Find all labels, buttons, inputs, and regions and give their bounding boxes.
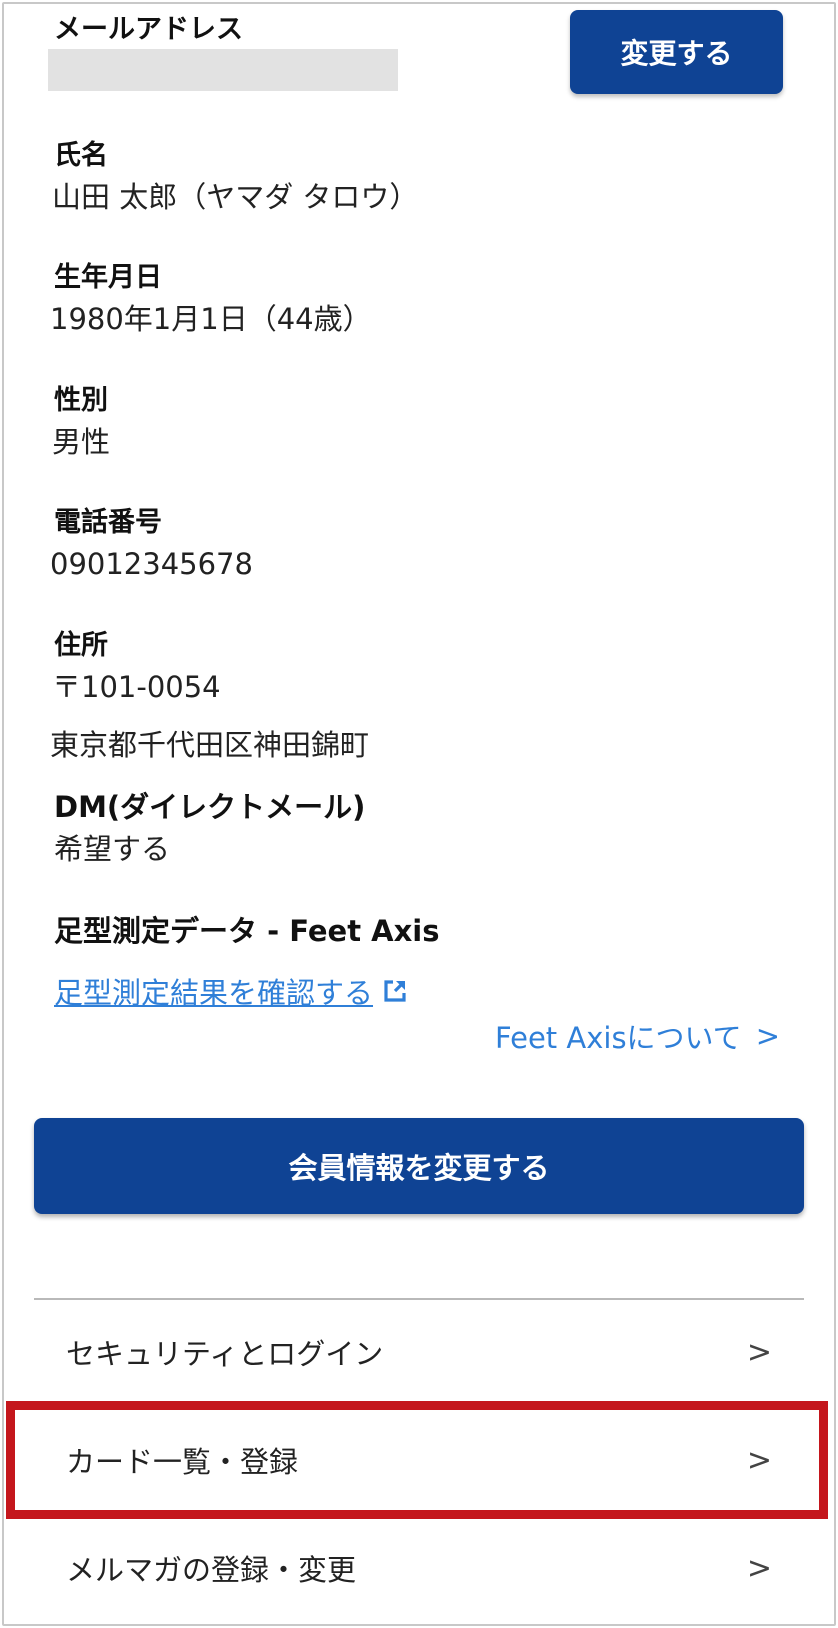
foot-measurement-result-link-text: 足型測定結果を確認する [54,976,374,1010]
gender-label: 性別 [54,385,108,416]
highlight-box [6,1401,828,1519]
phone-label: 電話番号 [54,507,162,538]
address-label: 住所 [54,630,108,661]
chevron-right-icon: > [755,1019,780,1053]
name-value: 山田 太郎（ヤマダ タロウ） [52,180,419,214]
dm-label: DM(ダイレクトメール) [54,790,366,824]
birthdate-value: 1980年1月1日（44歳） [50,302,372,336]
address-postal: 〒101-0054 [52,670,221,704]
chevron-right-icon: > [746,1550,772,1586]
address-line: 東京都千代田区神田錦町 [50,728,370,762]
menu-item-security-login[interactable]: セキュリティとログイン > [34,1300,804,1404]
external-link-icon [381,977,409,1005]
name-label: 氏名 [54,140,108,171]
feet-axis-about-text: Feet Axisについて [495,1021,742,1055]
feet-label: 足型測定データ - Feet Axis [54,914,440,948]
dm-value: 希望する [54,832,171,866]
menu-item-label: セキュリティとログイン [66,1337,384,1371]
foot-measurement-result-link[interactable]: 足型測定結果を確認する [54,970,409,1012]
email-value-masked [48,49,398,91]
menu-item-newsletter[interactable]: メルマガの登録・変更 > [34,1516,804,1620]
menu-item-label: メルマガの登録・変更 [66,1553,357,1587]
email-label: メールアドレス [54,14,243,45]
change-member-info-button[interactable]: 会員情報を変更する [34,1118,804,1214]
change-email-button[interactable]: 変更する [570,10,783,94]
feet-axis-about-link[interactable]: Feet Axisについて > [495,1015,780,1057]
birthdate-label: 生年月日 [54,262,162,293]
chevron-right-icon: > [746,1334,772,1370]
phone-value: 09012345678 [50,547,253,581]
gender-value: 男性 [52,425,111,459]
